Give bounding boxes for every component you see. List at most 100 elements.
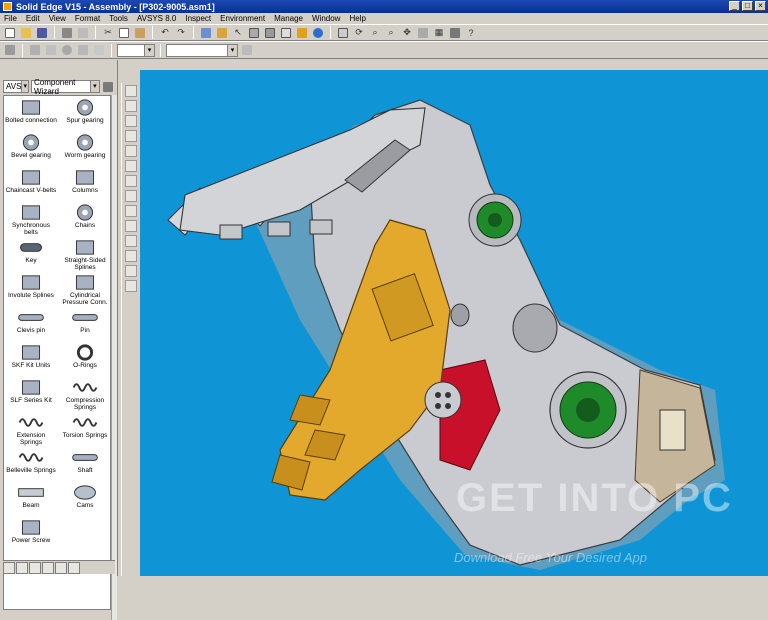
minimize-button[interactable]: _ <box>729 1 740 11</box>
features-tab-icon[interactable] <box>3 562 15 574</box>
library-item[interactable]: Involute Splines <box>4 273 58 308</box>
layers-icon[interactable] <box>3 44 17 57</box>
menu-tools[interactable]: Tools <box>109 14 128 23</box>
spring-icon[interactable] <box>76 44 90 57</box>
open-icon[interactable] <box>19 26 33 39</box>
gear-small-icon[interactable] <box>60 44 74 57</box>
paste-icon[interactable] <box>133 26 147 39</box>
library-item[interactable]: Key <box>4 238 58 273</box>
library-filter-select[interactable]: AVS ▾ <box>3 80 29 93</box>
zoom-icon[interactable]: ⌕ <box>384 26 398 39</box>
menu-help[interactable]: Help <box>349 14 365 23</box>
library-scrollbar[interactable] <box>111 95 117 620</box>
save-icon[interactable] <box>35 26 49 39</box>
shaft-icon[interactable] <box>92 44 106 57</box>
style-select[interactable]: ▾ <box>117 43 155 57</box>
copy-icon[interactable] <box>117 26 131 39</box>
globe-icon[interactable] <box>311 26 325 39</box>
assembly-icon[interactable] <box>215 26 229 39</box>
insert-part-icon[interactable] <box>199 26 213 39</box>
pan-icon[interactable]: ✥ <box>400 26 414 39</box>
print-icon[interactable] <box>60 26 74 39</box>
library-item[interactable]: SLF Series Kit <box>4 378 58 413</box>
measure-icon[interactable] <box>124 280 137 292</box>
grid-icon[interactable]: ▦ <box>432 26 446 39</box>
view-icon[interactable] <box>416 26 430 39</box>
cut-icon[interactable]: ✂ <box>101 26 115 39</box>
library-item[interactable]: Clevis pin <box>4 308 58 343</box>
library-item[interactable]: Pin <box>58 308 110 343</box>
part-yellow-icon[interactable] <box>295 26 309 39</box>
library-item[interactable]: Worm gearing <box>58 133 110 168</box>
library-item[interactable]: Bolted connection <box>4 98 58 133</box>
place-part-icon[interactable] <box>124 115 137 127</box>
hole-icon[interactable] <box>124 220 137 232</box>
cut-small-icon[interactable] <box>44 44 58 57</box>
menu-environment[interactable]: Environment <box>220 14 265 23</box>
pattern-icon[interactable] <box>124 175 137 187</box>
fit-icon[interactable] <box>336 26 350 39</box>
select-tool-icon[interactable] <box>124 85 137 97</box>
menu-avsys[interactable]: AVSYS 8.0 <box>137 14 176 23</box>
mate-icon[interactable] <box>124 130 137 142</box>
align-icon[interactable] <box>124 145 137 157</box>
help-icon[interactable]: ? <box>464 26 478 39</box>
library-item[interactable]: Chains <box>58 203 110 238</box>
box-wire-icon[interactable] <box>279 26 293 39</box>
insert-icon[interactable] <box>124 160 137 172</box>
menu-file[interactable]: File <box>4 14 17 23</box>
menu-format[interactable]: Format <box>75 14 100 23</box>
library-item[interactable]: Chaincast V-belts <box>4 168 58 203</box>
library-tab-icon[interactable] <box>55 562 67 574</box>
menu-manage[interactable]: Manage <box>274 14 303 23</box>
close-button[interactable]: × <box>755 1 766 11</box>
print-preview-icon[interactable] <box>76 26 90 39</box>
cut-feature-icon[interactable] <box>124 205 137 217</box>
library-item[interactable]: Belleville Springs <box>4 448 58 483</box>
library-item[interactable]: Straight-Sided Splines <box>58 238 110 273</box>
library-item[interactable]: Beam <box>4 483 58 518</box>
new-icon[interactable] <box>3 26 17 39</box>
library-item[interactable]: Power Screw <box>4 518 58 553</box>
library-refresh-icon[interactable] <box>102 80 115 93</box>
layers-tab-icon[interactable] <box>29 562 41 574</box>
3d-viewport[interactable]: GET INTO PC Download Free Your Desired A… <box>140 70 768 576</box>
dimension-icon[interactable] <box>124 265 137 277</box>
pathfinder-tab-icon[interactable] <box>16 562 28 574</box>
box-shade-icon[interactable] <box>263 26 277 39</box>
library-item[interactable]: Shaft <box>58 448 110 483</box>
family-tab-icon[interactable] <box>42 562 54 574</box>
library-item[interactable]: SKF Kit Units <box>4 343 58 378</box>
rotate-icon[interactable]: ⟳ <box>352 26 366 39</box>
library-item[interactable]: Bevel gearing <box>4 133 58 168</box>
library-item[interactable]: Columns <box>58 168 110 203</box>
library-item[interactable]: Torsion Springs <box>58 413 110 448</box>
library-item[interactable]: Compression Springs <box>58 378 110 413</box>
maximize-button[interactable]: □ <box>742 1 753 11</box>
library-item[interactable]: Cams <box>58 483 110 518</box>
menu-window[interactable]: Window <box>312 14 340 23</box>
sketch-icon[interactable] <box>124 250 137 262</box>
library-item[interactable]: Synchronous belts <box>4 203 58 238</box>
shading-icon[interactable] <box>448 26 462 39</box>
select-icon[interactable]: ↖ <box>231 26 245 39</box>
layer-select[interactable]: ▾ <box>166 43 238 57</box>
library-item[interactable]: O-Rings <box>58 343 110 378</box>
bolt-icon[interactable] <box>28 44 42 57</box>
undo-icon[interactable]: ↶ <box>158 26 172 39</box>
menu-edit[interactable]: Edit <box>26 14 40 23</box>
menu-view[interactable]: View <box>49 14 66 23</box>
zoom-area-icon[interactable]: ⌕ <box>368 26 382 39</box>
settings-tab-icon[interactable] <box>68 562 80 574</box>
library-item[interactable]: Spur gearing <box>58 98 110 133</box>
mirror-icon[interactable] <box>124 190 137 202</box>
library-item[interactable]: Extension Springs <box>4 413 58 448</box>
redo-icon[interactable]: ↷ <box>174 26 188 39</box>
library-item[interactable]: Cylindrical Pressure Conn. <box>58 273 110 308</box>
properties-icon[interactable] <box>240 44 254 57</box>
assemble-icon[interactable] <box>124 100 137 112</box>
library-folder-select[interactable]: Component Wizard ▾ <box>31 78 100 96</box>
menu-inspect[interactable]: Inspect <box>185 14 211 23</box>
box-view-icon[interactable] <box>247 26 261 39</box>
revolve-icon[interactable] <box>124 235 137 247</box>
